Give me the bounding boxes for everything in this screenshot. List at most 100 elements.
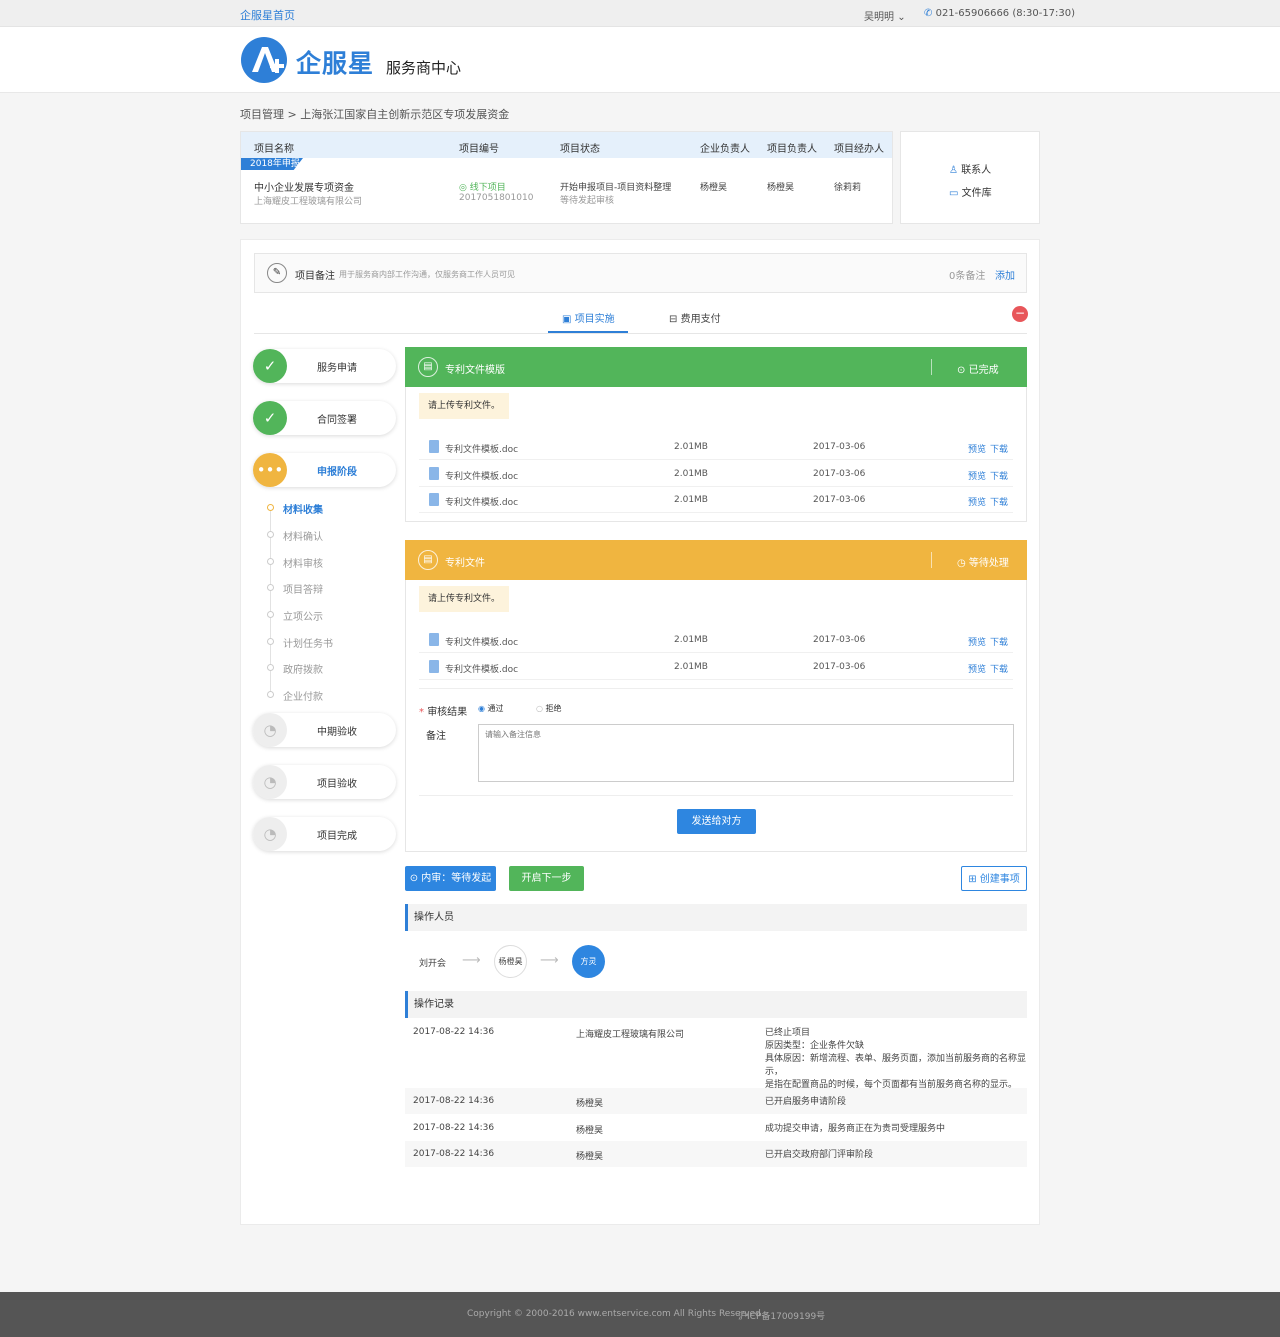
note-count: 0条备注 xyxy=(949,271,986,282)
step-complete[interactable]: ◔ 项目完成 xyxy=(253,817,396,851)
contacts-link[interactable]: ♙ 联系人 xyxy=(949,161,991,176)
remark-input[interactable] xyxy=(478,724,1014,782)
file-size: 2.01MB xyxy=(674,469,708,479)
substep-gov-fund[interactable]: 政府拨款 xyxy=(283,661,323,676)
file-name: 专利文件模板.doc xyxy=(445,445,519,455)
substep-publicity[interactable]: 立项公示 xyxy=(283,608,323,623)
radio-reject[interactable]: ○ 拒绝 xyxy=(536,703,562,714)
download-link[interactable]: 下载 xyxy=(990,495,1008,508)
file-size: 2.01MB xyxy=(674,495,708,505)
record-time: 2017-08-22 14:36 xyxy=(413,1149,495,1159)
step-label: 项目验收 xyxy=(317,779,357,790)
panel-status: ◷ 等待处理 xyxy=(957,554,1009,569)
step-label: 中期验收 xyxy=(317,727,357,738)
download-link[interactable]: 下载 xyxy=(990,662,1008,675)
tab-payment-label: 费用支付 xyxy=(680,314,721,325)
internal-review-button[interactable]: ⊙ 内审：等待发起 xyxy=(405,866,496,891)
doc-file-icon xyxy=(429,440,439,453)
download-link[interactable]: 下载 xyxy=(990,635,1008,648)
substep-material-review[interactable]: 材料审核 xyxy=(283,555,323,570)
add-note-button[interactable]: 添加 xyxy=(995,267,1015,282)
preview-link[interactable]: 预览 xyxy=(968,442,986,455)
active-tab-indicator xyxy=(548,331,628,333)
file-library-link[interactable]: ▭ 文件库 xyxy=(949,184,992,199)
download-link[interactable]: 下载 xyxy=(990,442,1008,455)
icp-license[interactable]: 沪ICP备17009199号 xyxy=(738,1309,825,1322)
substep-dot xyxy=(267,691,274,698)
step-label: 申报阶段 xyxy=(317,467,357,478)
operators-section-title: 操作人员 xyxy=(405,904,1027,931)
substep-dot xyxy=(267,584,274,591)
file-panel-patent: ▤ 专利文件 ◷ 等待处理 请上传专利文件。 专利文件模板.doc 2.01MB… xyxy=(405,540,1027,852)
record-content: 已终止项目 原因类型：企业条件欠缺 具体原因：新增流程、表单、服务页面，添加当前… xyxy=(765,1027,1027,1092)
substep-dot-active xyxy=(267,504,274,511)
pencil-icon: ✎ xyxy=(267,263,287,283)
record-time: 2017-08-22 14:36 xyxy=(413,1123,495,1133)
radio-reject-label: 拒绝 xyxy=(545,704,562,713)
step-declare[interactable]: ••• 申报阶段 xyxy=(253,453,396,487)
step-contract[interactable]: ✓ 合同签署 xyxy=(253,401,396,435)
doc-file-icon xyxy=(429,467,439,480)
record-row: 2017-08-22 14:36 杨橙昊 已开启交政府部门评审阶段 xyxy=(405,1141,1027,1167)
substep-material-confirm[interactable]: 材料确认 xyxy=(283,528,323,543)
substep-defense[interactable]: 项目答辩 xyxy=(283,581,323,596)
file-date: 2017-03-06 xyxy=(813,442,866,452)
header-enterprise-lead: 企业负责人 xyxy=(700,144,750,155)
project-name[interactable]: 中小企业发展专项资金 xyxy=(254,179,354,194)
substep-company-pay[interactable]: 企业付款 xyxy=(283,688,323,703)
clock-icon: ◔ xyxy=(253,765,287,799)
clock-icon: ◔ xyxy=(253,713,287,747)
send-button[interactable]: 发送给对方 xyxy=(677,809,756,834)
project-company: 上海耀皮工程玻璃有限公司 xyxy=(254,197,363,207)
header-project-status: 项目状态 xyxy=(560,144,600,155)
file-date: 2017-03-06 xyxy=(813,469,866,479)
project-number: 2017051801010 xyxy=(459,193,534,203)
file-name: 专利文件模板.doc xyxy=(445,472,519,482)
preview-link[interactable]: 预览 xyxy=(968,495,986,508)
files-label: 文件库 xyxy=(961,188,992,199)
home-link[interactable]: 企服星首页 xyxy=(240,7,295,23)
step-acceptance[interactable]: ◔ 项目验收 xyxy=(253,765,396,799)
contacts-label: 联系人 xyxy=(961,165,992,176)
quick-links-card: ♙ 联系人 ▭ 文件库 xyxy=(900,131,1040,224)
header-project-name: 项目名称 xyxy=(254,144,294,155)
upload-hint: 请上传专利文件。 xyxy=(419,393,510,419)
year-tag: 2018年申报 xyxy=(241,158,303,170)
file-size: 2.01MB xyxy=(674,635,708,645)
records-section-title: 操作记录 xyxy=(405,991,1027,1018)
tab-implement[interactable]: ▣ 项目实施 xyxy=(562,310,615,325)
substep-dot xyxy=(267,638,274,645)
top-bar: 企服星首页 吴明明 ⌄ ✆ 021-65906666 (8:30-17:30) xyxy=(0,0,1280,27)
logo-icon[interactable] xyxy=(240,36,288,84)
operator-3-current: 方灵 xyxy=(572,945,605,978)
radio-pass[interactable]: ◉ 通过 xyxy=(478,703,504,714)
tab-payment[interactable]: ⊟ 费用支付 xyxy=(669,310,721,325)
substep-dot xyxy=(267,558,274,565)
operator-2: 杨橙昊 xyxy=(494,945,527,978)
divider xyxy=(419,795,1013,796)
chevron-down-icon: ⌄ xyxy=(897,12,906,23)
file-name: 专利文件模板.doc xyxy=(445,665,519,675)
step-midterm[interactable]: ◔ 中期验收 xyxy=(253,713,396,747)
file-size: 2.01MB xyxy=(674,662,708,672)
download-link[interactable]: 下载 xyxy=(990,469,1008,482)
preview-link[interactable]: 预览 xyxy=(968,662,986,675)
collapse-icon[interactable]: − xyxy=(1012,306,1028,322)
arrow-right-icon: ⟶ xyxy=(462,953,481,968)
create-item-button[interactable]: ⊞ 创建事项 xyxy=(961,866,1027,891)
substep-task-book[interactable]: 计划任务书 xyxy=(283,635,333,650)
panel-header: ▤ 专利文件 ◷ 等待处理 xyxy=(405,540,1027,580)
copyright: Copyright © 2000-2016 www.entservice.com… xyxy=(467,1309,761,1319)
next-step-button[interactable]: 开启下一步 xyxy=(509,866,584,891)
file-size: 2.01MB xyxy=(674,442,708,452)
operator-1: 刘开会 xyxy=(419,959,447,969)
project-status-sub: 等待发起审核 xyxy=(560,196,615,206)
step-service-apply[interactable]: ✓ 服务申请 xyxy=(253,349,396,383)
preview-link[interactable]: 预览 xyxy=(968,469,986,482)
preview-link[interactable]: 预览 xyxy=(968,635,986,648)
payment-icon: ⊟ xyxy=(669,314,678,325)
breadcrumb[interactable]: 项目管理 > 上海张江国家自主创新示范区专项发展资金 xyxy=(240,106,509,122)
user-menu[interactable]: 吴明明 ⌄ xyxy=(864,8,906,23)
substep-material-collect[interactable]: 材料收集 xyxy=(283,501,323,516)
doc-file-icon xyxy=(429,633,439,646)
